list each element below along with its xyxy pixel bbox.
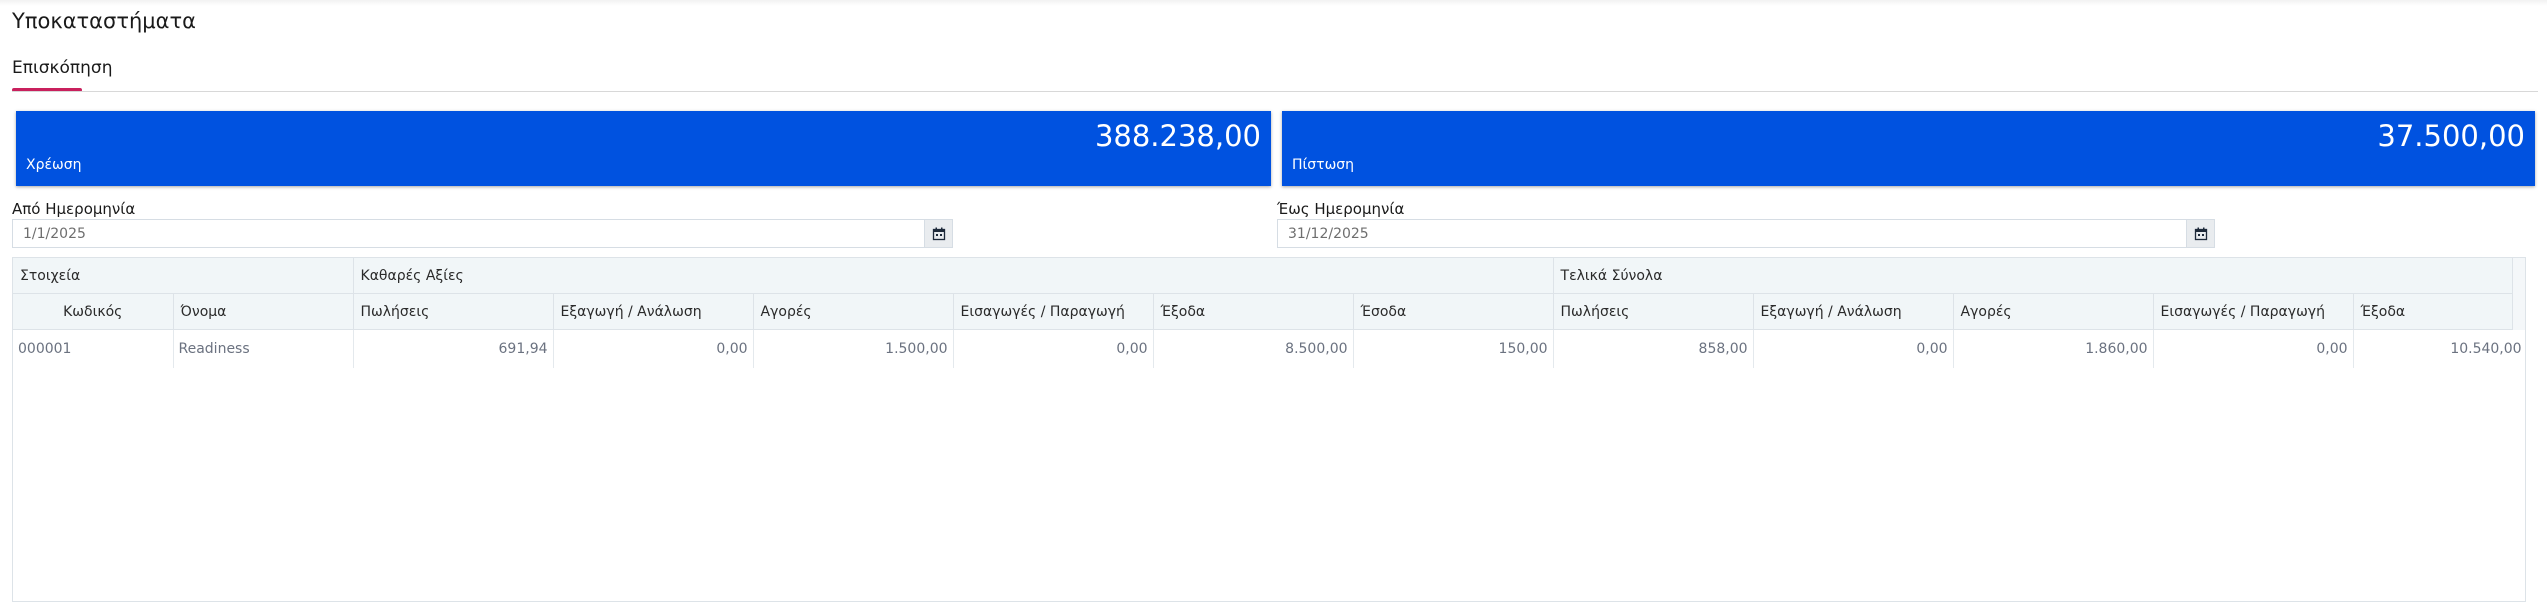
to-date-field (1277, 219, 2215, 248)
group-header: Στοιχεία (13, 258, 354, 294)
column-header[interactable]: Εξαγωγή / Ανάλωση (1753, 293, 1954, 330)
top-bar (0, 0, 2547, 6)
column-header[interactable]: Πωλήσεις (1553, 293, 1754, 330)
column-header[interactable]: Εισαγωγές / Παραγωγή (2153, 293, 2354, 330)
column-header[interactable]: Έξοδα (1153, 293, 1354, 330)
tab-overview[interactable]: Επισκόπηση (12, 58, 112, 78)
column-header[interactable]: Κωδικός (13, 293, 174, 330)
column-header[interactable]: Αγορές (753, 293, 954, 330)
cell-value: 858,00 (1553, 329, 1754, 368)
to-date-input[interactable] (1278, 220, 2186, 247)
credit-card: 37.500,00 Πίστωση (1282, 111, 2535, 186)
cell-value: 0,00 (1753, 329, 1954, 368)
column-header[interactable]: Αγορές (1953, 293, 2154, 330)
column-header[interactable]: Έξοδα (2353, 293, 2525, 330)
cell-code: 000001 (13, 329, 174, 368)
column-header[interactable]: Όνομα (173, 293, 354, 330)
column-header[interactable]: Πωλήσεις (353, 293, 554, 330)
credit-amount: 37.500,00 (2377, 119, 2525, 153)
page-title: Υποκαταστήματα (12, 9, 196, 33)
credit-label: Πίστωση (1292, 157, 1355, 173)
column-header[interactable]: Εξαγωγή / Ανάλωση (553, 293, 754, 330)
cell-value: 0,00 (953, 329, 1154, 368)
debit-amount: 388.238,00 (1094, 119, 1261, 153)
cell-value: 8.500,00 (1153, 329, 1354, 368)
cell-value: 1.500,00 (753, 329, 954, 368)
cell-value: 691,94 (353, 329, 554, 368)
from-date-field (12, 219, 953, 248)
branches-grid: Στοιχεία Καθαρές Αξίες Τελικά Σύνολα Κωδ… (12, 257, 2526, 602)
table-row[interactable]: 000001 Readiness 691,94 0,00 1.500,00 0,… (13, 329, 2525, 368)
to-date-label: Έως Ημερομηνία (1277, 200, 1405, 218)
from-date-label: Από Ημερομηνία (12, 200, 136, 218)
cell-value: 0,00 (2153, 329, 2354, 368)
tab-divider (12, 91, 2538, 92)
column-header[interactable]: Εισαγωγές / Παραγωγή (953, 293, 1154, 330)
grid-scrollbar[interactable] (2512, 258, 2525, 330)
cell-name: Readiness (173, 329, 354, 368)
branches-table: Στοιχεία Καθαρές Αξίες Τελικά Σύνολα Κωδ… (13, 258, 2525, 368)
calendar-icon[interactable] (924, 220, 952, 247)
cell-value: 0,00 (553, 329, 754, 368)
group-header: Τελικά Σύνολα (1553, 258, 2525, 294)
cell-value: 150,00 (1353, 329, 1554, 368)
debit-label: Χρέωση (26, 157, 82, 173)
group-header: Καθαρές Αξίες (353, 258, 1554, 294)
cell-value: 1.860,00 (1953, 329, 2154, 368)
calendar-icon[interactable] (2186, 220, 2214, 247)
column-header[interactable]: Έσοδα (1353, 293, 1554, 330)
from-date-input[interactable] (13, 220, 924, 247)
debit-card: 388.238,00 Χρέωση (16, 111, 1271, 186)
cell-value: 10.540,00 (2353, 329, 2525, 368)
